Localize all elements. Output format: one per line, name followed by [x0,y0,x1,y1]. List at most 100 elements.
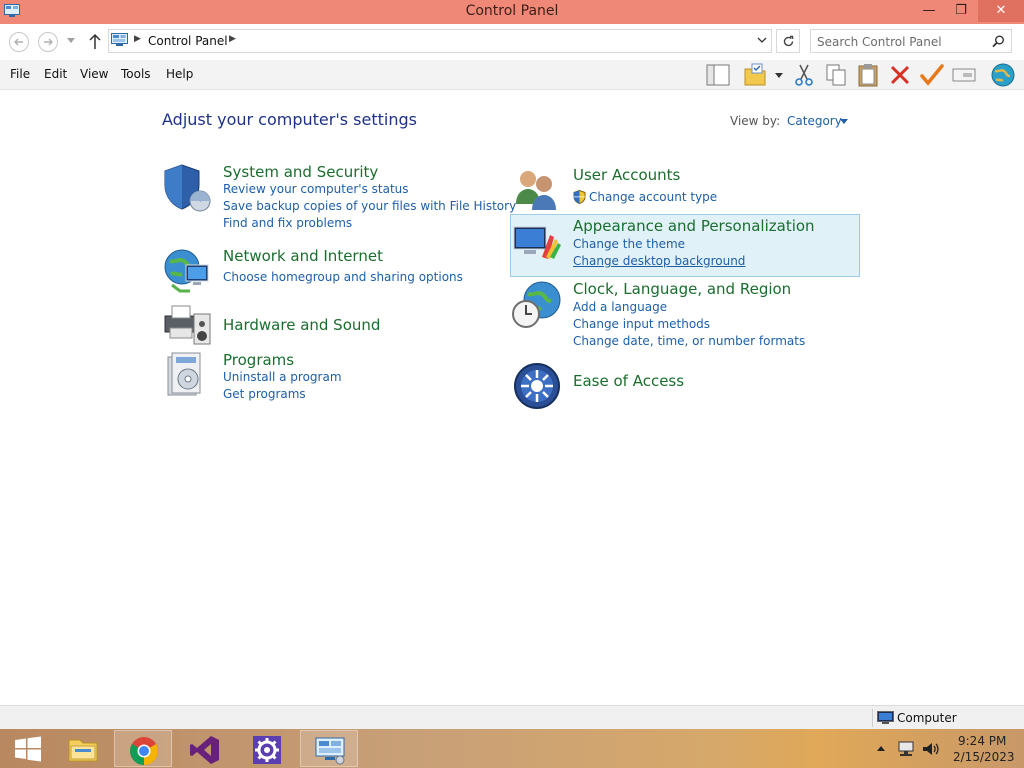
category-user-accounts: User Accounts Change account type [512,166,852,216]
folder-options-icon[interactable] [742,62,768,88]
link-change-account-type[interactable]: Change account type [589,190,717,204]
breadcrumb-separator-icon[interactable]: ▶ [229,34,236,44]
refresh-icon [783,35,794,47]
forward-arrow-icon [44,38,53,46]
menu-view[interactable]: View [80,67,108,81]
refresh-button[interactable] [776,29,800,53]
link-change-date-time-formats[interactable]: Change date, time, or number formats [573,334,805,348]
menu-edit[interactable]: Edit [44,67,67,81]
start-icon [15,736,41,762]
status-bar: Computer [0,705,1024,729]
forward-button[interactable] [38,32,58,52]
search-box[interactable] [810,29,1012,53]
menu-file[interactable]: File [10,67,30,81]
page-heading: Adjust your computer's settings [162,110,417,129]
search-icon[interactable] [992,35,1005,48]
category-ease-of-access: Ease of Access [512,361,852,411]
back-button[interactable] [9,32,29,52]
menu-bar: File Edit View Tools Help [0,60,1024,90]
control-panel-icon [315,737,345,765]
recent-locations-icon[interactable] [67,38,75,44]
settings-button[interactable] [238,730,296,767]
category-programs: Programs Uninstall a program Get program… [162,351,502,401]
computer-icon [877,711,894,724]
layout-pane-icon[interactable] [705,62,731,88]
chevron-down-icon[interactable] [757,35,767,45]
users-icon[interactable] [512,166,562,216]
breadcrumb-control-panel[interactable]: Control Panel [148,34,228,48]
category-title[interactable]: User Accounts [573,166,680,184]
title-bar: Control Panel — ❐ ✕ [0,0,1024,24]
delete-icon[interactable] [887,62,913,88]
minimize-button[interactable]: — [914,0,944,22]
category-appearance-personalization: Appearance and Personalization Change th… [512,217,852,273]
chrome-button[interactable] [114,730,172,767]
properties-icon[interactable] [951,62,977,88]
link-change-theme[interactable]: Change the theme [573,237,685,251]
category-title[interactable]: Hardware and Sound [223,316,380,334]
back-arrow-icon [14,38,23,46]
link-get-programs[interactable]: Get programs [223,387,306,401]
link-find-fix-problems[interactable]: Find and fix problems [223,216,352,230]
content-pane: Adjust your computer's settings View by:… [0,91,1024,705]
address-box[interactable]: ▶ Control Panel ▶ [108,29,772,53]
category-title[interactable]: System and Security [223,163,378,181]
clock-date[interactable]: 2/15/2023 [953,750,1015,764]
control-panel-taskbar-button[interactable] [300,730,358,767]
status-location: Computer [897,711,957,725]
category-title[interactable]: Appearance and Personalization [573,217,815,235]
status-divider [872,709,873,727]
network-tray-icon[interactable] [897,740,915,758]
link-change-input-methods[interactable]: Change input methods [573,317,710,331]
dropdown-arrow-icon[interactable] [772,62,786,88]
view-by-label: View by: [730,114,781,128]
shield-icon[interactable] [162,163,212,213]
maximize-button[interactable]: ❐ [946,0,976,22]
volume-icon[interactable] [921,740,939,758]
close-button[interactable]: ✕ [978,0,1024,22]
paste-icon[interactable] [855,62,881,88]
file-explorer-icon [68,739,98,762]
cut-icon[interactable] [791,62,817,88]
uac-shield-icon [573,190,586,204]
link-change-desktop-background[interactable]: Change desktop background [573,254,745,268]
visual-studio-button[interactable] [176,730,234,767]
chrome-icon [130,737,158,765]
ease-of-access-icon[interactable] [512,361,562,411]
category-title[interactable]: Programs [223,351,294,369]
show-hidden-icons-icon[interactable] [876,744,886,752]
link-add-language[interactable]: Add a language [573,300,667,314]
view-by-dropdown[interactable]: Category [787,114,842,128]
control-panel-icon [111,33,128,46]
start-button[interactable] [0,730,58,767]
search-input[interactable] [817,33,987,50]
menu-help[interactable]: Help [166,67,193,81]
appearance-monitor-icon[interactable] [512,217,562,267]
category-network-internet: Network and Internet Choose homegroup an… [162,247,502,297]
link-file-history[interactable]: Save backup copies of your files with Fi… [223,199,516,213]
clock-time[interactable]: 9:24 PM [958,734,1006,748]
breadcrumb-separator-icon[interactable]: ▶ [134,34,141,44]
checkmark-icon[interactable] [919,62,945,88]
up-arrow-icon[interactable] [87,33,103,51]
copy-icon[interactable] [823,62,849,88]
file-explorer-button[interactable] [54,730,112,767]
category-system-security: System and Security Review your computer… [162,163,516,233]
menu-tools[interactable]: Tools [121,67,151,81]
category-clock-language-region: Clock, Language, and Region Add a langua… [512,280,852,348]
category-title[interactable]: Network and Internet [223,247,383,265]
network-globe-icon[interactable] [162,247,212,297]
category-title[interactable]: Ease of Access [573,372,684,390]
clock-globe-icon[interactable] [512,280,562,330]
category-hardware-sound: Hardware and Sound [162,298,502,348]
printer-speaker-icon[interactable] [162,298,212,348]
category-title[interactable]: Clock, Language, and Region [573,280,791,298]
chevron-down-icon[interactable] [840,119,848,124]
link-review-status[interactable]: Review your computer's status [223,182,409,196]
programs-box-icon[interactable] [162,351,212,401]
settings-icon [253,736,281,764]
link-homegroup-sharing[interactable]: Choose homegroup and sharing options [223,270,463,284]
link-uninstall-program[interactable]: Uninstall a program [223,370,342,384]
navigation-bar: ▶ Control Panel ▶ [0,24,1024,60]
globe-icon[interactable] [990,62,1016,88]
